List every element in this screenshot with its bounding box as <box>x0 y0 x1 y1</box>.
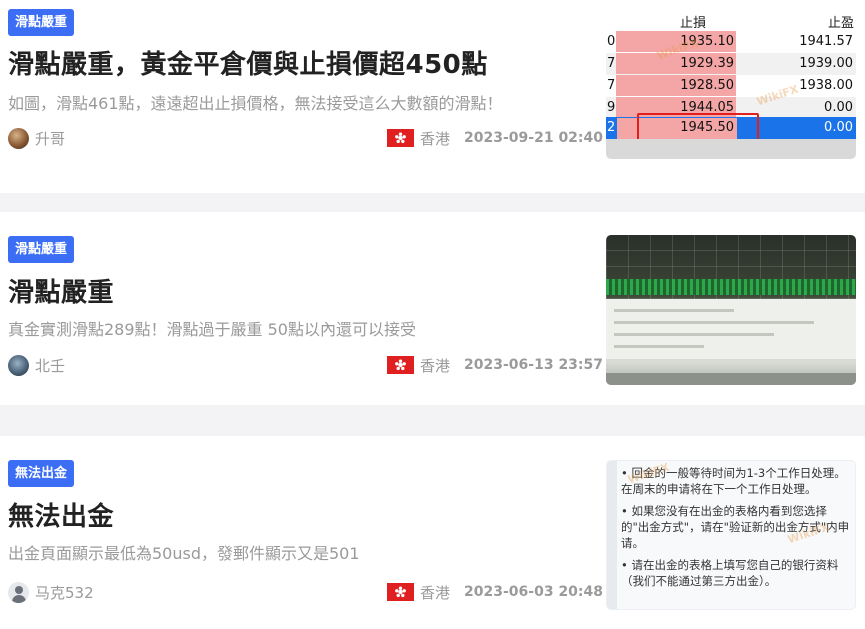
header-stop-loss: 止損 <box>680 16 707 31</box>
stop-loss-value: 1929.39 <box>680 56 734 71</box>
hong-kong-flag-icon <box>387 583 414 601</box>
article-summary: 如圖，滑點461點，遠遠超出止損價格，無法接受這么大數額的滑點！ <box>8 94 503 113</box>
hong-kong-flag-icon <box>387 129 414 147</box>
chart-candles <box>606 279 856 295</box>
row-index: 7 <box>607 56 616 71</box>
table-footer <box>606 139 856 159</box>
category-tag[interactable]: 無法出金 <box>8 460 75 487</box>
author-name: 北壬 <box>35 356 66 375</box>
author[interactable]: 北壬 <box>8 353 65 377</box>
location: 香港 2023-06-13 23:57 <box>387 355 603 375</box>
taskbar <box>606 373 856 385</box>
author[interactable]: 升哥 <box>8 126 65 150</box>
region-label: 香港 <box>420 129 451 148</box>
row-index: 9 <box>607 100 616 115</box>
article-summary: 真金實測滑點289點！滑點過于嚴重 50點以內還可以接受 <box>8 320 416 339</box>
take-profit-value: 0.00 <box>824 120 853 135</box>
author-name: 升哥 <box>35 129 66 148</box>
row-index: 0 <box>607 34 616 49</box>
take-profit-value: 1939.00 <box>799 56 853 71</box>
table-row: 7 1928.50 1938.00 <box>606 75 856 97</box>
author-name: 马克532 <box>35 583 94 602</box>
article-thumbnail[interactable] <box>606 235 856 385</box>
doc-paragraph: • 请在出金的表格上填写您自己的银行资料（我们不能通过第三方出金）。 <box>621 558 839 588</box>
post-time: 2023-06-03 20:48 <box>464 584 604 600</box>
take-profit-value: 0.00 <box>824 100 853 115</box>
post-time: 2023-09-21 02:40 <box>464 130 604 146</box>
location: 香港 2023-06-03 20:48 <box>387 582 603 602</box>
header-take-profit: 止盈 <box>828 16 855 31</box>
article-summary: 出金頁面顯示最低為50usd，發郵件顯示又是501 <box>8 544 360 563</box>
article-card[interactable]: 滑點嚴重 滑點嚴重，黃金平倉價與止損價超450點 如圖，滑點461點，遠遠超出止… <box>0 0 865 193</box>
row-index: 2 <box>607 120 616 135</box>
row-index: 7 <box>607 78 616 93</box>
avatar <box>8 127 29 149</box>
take-profit-value: 1941.57 <box>799 34 853 49</box>
doc-margin <box>607 461 617 609</box>
table-row: 7 1929.39 1939.00 <box>606 53 856 75</box>
article-thumbnail[interactable]: • 回金的一般等待时间为1-3个工作日处理。在周末的申请将在下一个工作日处理。 … <box>606 460 856 610</box>
terminal-panel <box>606 299 856 359</box>
category-tag[interactable]: 滑點嚴重 <box>8 236 75 263</box>
highlight-box <box>637 113 759 141</box>
post-time: 2023-06-13 23:57 <box>464 357 604 373</box>
hong-kong-flag-icon <box>387 356 414 374</box>
avatar <box>8 354 29 376</box>
region-label: 香港 <box>420 583 451 602</box>
article-title[interactable]: 滑點嚴重，黃金平倉價與止損價超450點 <box>8 44 488 81</box>
take-profit-value: 1938.00 <box>799 78 853 93</box>
avatar <box>8 581 29 603</box>
author[interactable]: 马克532 <box>8 580 94 604</box>
table-header: 止損 止盈 <box>606 9 856 31</box>
table-row: 0 1935.10 1941.57 <box>606 31 856 53</box>
stop-loss-value: 1928.50 <box>680 78 734 93</box>
location: 香港 2023-09-21 02:40 <box>387 128 603 148</box>
category-tag[interactable]: 滑點嚴重 <box>8 9 75 36</box>
article-title[interactable]: 滑點嚴重 <box>8 272 114 309</box>
region-label: 香港 <box>420 356 451 375</box>
article-thumbnail[interactable]: 止損 止盈 0 1935.10 1941.57 7 1929.39 1939.0… <box>606 9 856 159</box>
article-title[interactable]: 無法出金 <box>8 496 114 533</box>
